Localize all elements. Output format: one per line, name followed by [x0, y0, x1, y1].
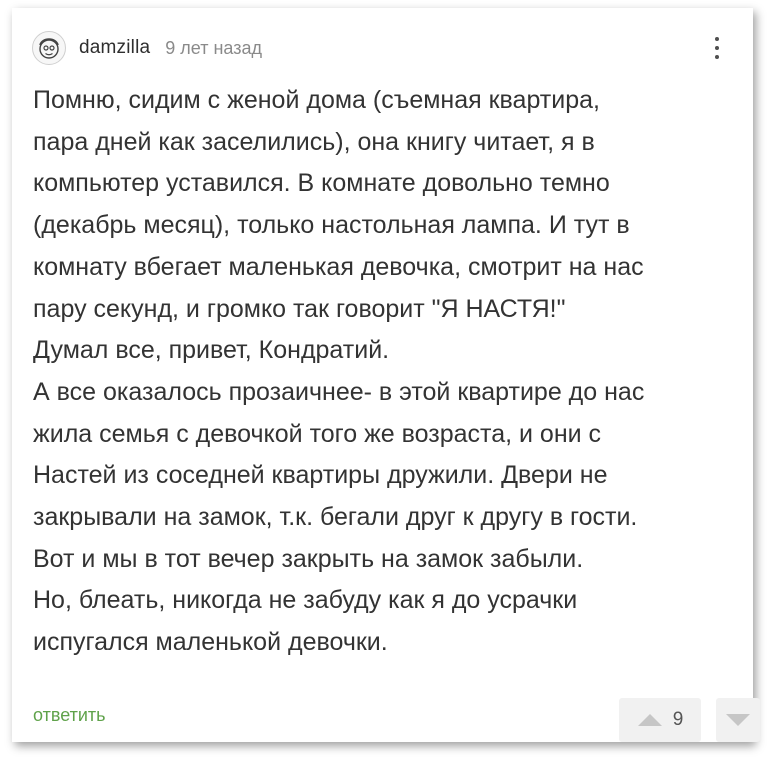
comment-header: damzilla 9 лет назад	[32, 28, 733, 68]
comment-text: Помню, сидим с женой дома (съемная кварт…	[33, 80, 745, 664]
comment-time: 9 лет назад	[165, 37, 262, 58]
comment-line: закрывали на замок, т.к. бегали друг к д…	[33, 503, 638, 532]
comment-card: damzilla 9 лет назад Помню, сидим с жено…	[12, 8, 760, 742]
reply-button[interactable]: ответить	[33, 705, 106, 726]
avatar-face-icon	[39, 38, 59, 59]
avatar[interactable]	[32, 31, 66, 65]
triangle-down-icon	[726, 714, 750, 726]
vote-count: 9	[672, 709, 684, 730]
comment-line: пару секунд, и громко так говорит "Я НАС…	[33, 294, 566, 323]
comment-line: Помню, сидим с женой дома (съемная кварт…	[33, 86, 600, 114]
downvote-button[interactable]	[716, 698, 760, 742]
comment-line: испугался маленькой девочки.	[33, 628, 388, 657]
comment-line: пара дней как заселились), она книгу чит…	[33, 127, 595, 156]
more-vertical-icon[interactable]	[707, 32, 727, 64]
triangle-up-icon	[637, 714, 662, 726]
comment-line: компьютер уставился. В комнате довольно …	[33, 169, 610, 198]
comment-line: Настей из соседней квартиры дружили. Две…	[33, 461, 608, 490]
comment-line: Думал все, привет, Кондратий.	[33, 336, 390, 365]
comment-line: А все оказалось прозаичнее- в этой кварт…	[33, 377, 645, 406]
comment-line: (декабрь месяц), только настольная лампа…	[33, 211, 630, 240]
author-name[interactable]: damzilla	[79, 37, 150, 59]
comment-line: жила семья с девочкой того же возраста, …	[33, 419, 602, 448]
comment-line: Но, блеать, никогда не забуду как я до у…	[33, 586, 578, 615]
comment-line: комнату вбегает маленькая девочка, смотр…	[33, 252, 644, 281]
comment-line: Вот и мы в тот вечер закрыть на замок за…	[33, 544, 584, 573]
upvote-button[interactable]: 9	[619, 698, 701, 742]
